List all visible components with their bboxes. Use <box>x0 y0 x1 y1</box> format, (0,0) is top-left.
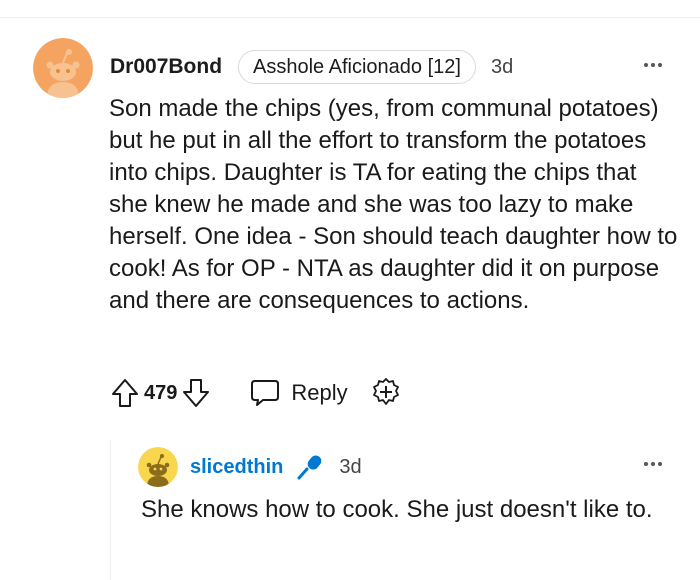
reply-user-avatar[interactable] <box>138 447 178 487</box>
comment-username[interactable]: Dr007Bond <box>110 55 222 79</box>
comment-actions: 479 Reply <box>110 375 402 411</box>
user-flair: Asshole Aficionado [12] <box>238 50 476 84</box>
user-avatar[interactable] <box>33 38 93 98</box>
reply-timestamp[interactable]: 3d <box>339 456 361 479</box>
reply-label: Reply <box>291 380 348 405</box>
comment-body: Son made the chips (yes, from communal p… <box>109 95 678 314</box>
reply-bubble-icon <box>251 380 280 406</box>
snoo-avatar-icon <box>33 38 93 98</box>
upvote-icon[interactable] <box>110 377 140 409</box>
award-button[interactable] <box>370 377 402 409</box>
reply-username[interactable]: slicedthin <box>190 456 283 479</box>
microphone-icon <box>295 452 325 482</box>
thread-line[interactable] <box>110 440 111 580</box>
vote-count: 479 <box>144 381 178 404</box>
downvote-icon[interactable] <box>181 377 211 409</box>
vote-controls: 479 <box>110 377 211 409</box>
more-options-icon <box>644 63 648 67</box>
reply-more-options-button[interactable] <box>644 462 662 466</box>
award-icon <box>372 378 399 405</box>
snoo-avatar-icon <box>138 447 178 487</box>
more-options-button[interactable] <box>644 63 662 67</box>
reply-header: slicedthin 3d <box>190 450 362 484</box>
comment-header: Dr007Bond Asshole Aficionado [12] 3d <box>110 48 513 86</box>
comment-timestamp[interactable]: 3d <box>491 56 513 79</box>
more-options-icon <box>644 462 648 466</box>
reply-body: She knows how to cook. She just doesn't … <box>141 496 653 523</box>
top-divider <box>0 17 700 18</box>
reply-button[interactable]: Reply <box>249 378 348 408</box>
